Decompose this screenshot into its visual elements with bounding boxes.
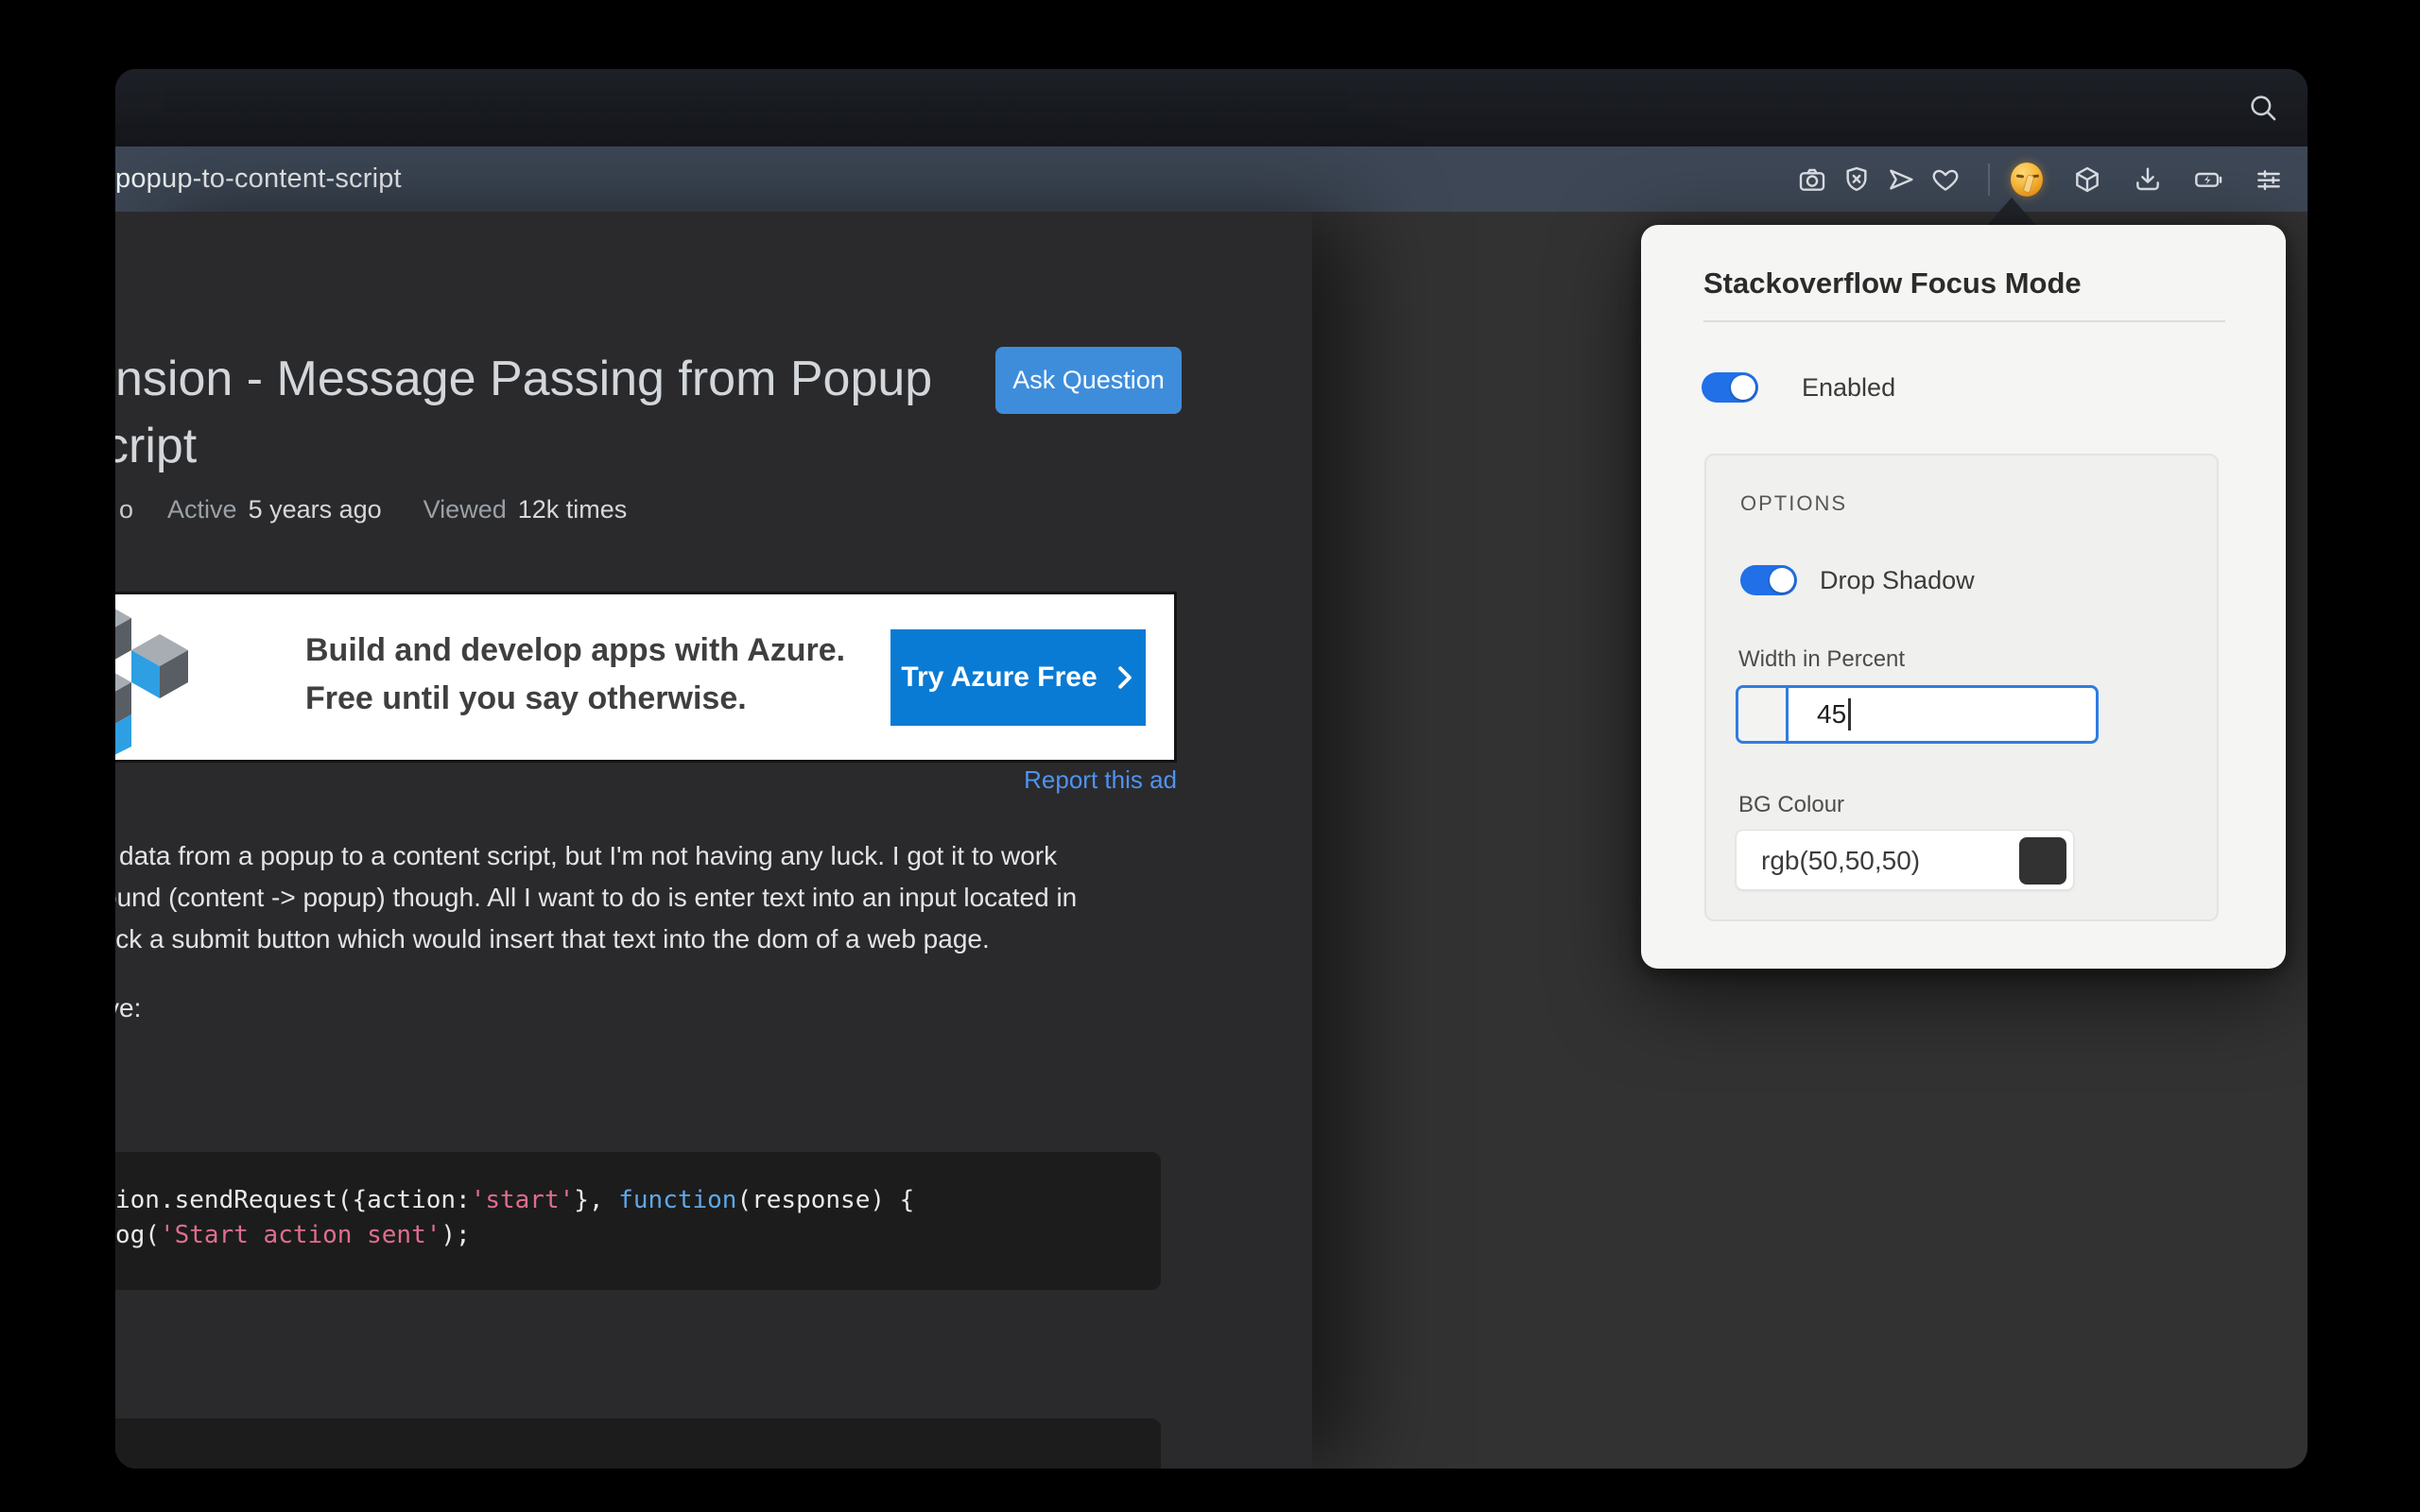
drop-shadow-label: Drop Shadow bbox=[1820, 566, 1975, 595]
shield-x-icon[interactable] bbox=[1841, 163, 1873, 196]
address-text[interactable]: popup-to-content-script bbox=[115, 146, 402, 212]
shushing-face bbox=[2011, 163, 2043, 197]
ad-cta-label: Try Azure Free bbox=[901, 662, 1097, 694]
body-line4: ve: bbox=[115, 993, 141, 1023]
question-title: nsion - Message Passing from Popup cript bbox=[115, 346, 932, 480]
toolbar-group-right bbox=[2011, 163, 2285, 196]
battery-charging-icon[interactable] bbox=[2192, 163, 2224, 196]
meta-viewed-label: Viewed bbox=[424, 495, 507, 524]
bg-colour-input[interactable]: rgb(50,50,50) bbox=[1736, 830, 2074, 890]
question-body: data from a popup to a content script, b… bbox=[119, 835, 1253, 960]
bg-colour-swatch[interactable] bbox=[2019, 837, 2066, 885]
search-icon[interactable] bbox=[2247, 92, 2279, 124]
download-icon[interactable] bbox=[2132, 163, 2164, 196]
bg-colour-value: rgb(50,50,50) bbox=[1761, 831, 1920, 891]
width-percent-label: Width in Percent bbox=[1738, 646, 1905, 673]
options-card: OPTIONS Drop Shadow Width in Percent 45 … bbox=[1704, 454, 2219, 921]
enabled-row: Enabled bbox=[1702, 372, 1895, 403]
enabled-toggle[interactable] bbox=[1702, 372, 1758, 403]
popup-anchor-arrow bbox=[1985, 198, 2038, 228]
code-block: ion.sendRequest({action:'start'}, functi… bbox=[115, 1152, 1161, 1290]
ad-headline-line2: Free until you say otherwise. bbox=[305, 675, 845, 723]
meta-viewed-value: 12k times bbox=[518, 495, 628, 524]
chevron-right-icon bbox=[1115, 665, 1135, 690]
meta-fragment: o bbox=[119, 495, 133, 524]
shushing-emoji-icon[interactable] bbox=[2011, 163, 2043, 196]
text-cursor bbox=[1848, 698, 1851, 730]
drop-shadow-toggle[interactable] bbox=[1740, 565, 1797, 595]
width-percent-input[interactable]: 45 bbox=[1736, 685, 2099, 744]
ask-question-button[interactable]: Ask Question bbox=[995, 347, 1182, 414]
options-header: OPTIONS bbox=[1740, 491, 1847, 516]
body-line2: ound (content -> popup) though. All I wa… bbox=[115, 877, 1253, 919]
screen: popup-to-content-script bbox=[0, 0, 2420, 1512]
width-value-text: 45 bbox=[1817, 699, 1846, 730]
camera-icon[interactable] bbox=[1796, 163, 1828, 196]
meta-active-label: Active bbox=[167, 495, 237, 524]
popup-divider bbox=[1703, 320, 2225, 322]
azure-ad-banner[interactable]: Build and develop apps with Azure. Free … bbox=[115, 592, 1177, 763]
try-azure-free-button[interactable]: Try Azure Free bbox=[890, 629, 1146, 726]
code-block-partial bbox=[115, 1418, 1161, 1469]
code-line-2: og('Start action sent'); bbox=[115, 1218, 1161, 1253]
window-titlebar bbox=[115, 69, 2308, 146]
cube-icon[interactable] bbox=[2071, 163, 2103, 196]
ad-headline: Build and develop apps with Azure. Free … bbox=[305, 627, 845, 723]
question-meta: o Active 5 years ago Viewed 12k times bbox=[119, 495, 627, 524]
browser-toolbar: popup-to-content-script bbox=[115, 146, 2308, 212]
body-line1: data from a popup to a content script, b… bbox=[119, 835, 1253, 877]
toolbar-separator bbox=[1988, 163, 1990, 196]
extension-popup: Stackoverflow Focus Mode Enabled OPTIONS… bbox=[1641, 225, 2286, 969]
width-input-spinner[interactable] bbox=[1738, 688, 1789, 741]
send-icon[interactable] bbox=[1885, 163, 1917, 196]
width-input-value: 45 bbox=[1789, 688, 1851, 741]
report-ad-link[interactable]: Report this ad bbox=[1024, 765, 1177, 795]
enabled-label: Enabled bbox=[1802, 373, 1895, 403]
sliders-icon[interactable] bbox=[2253, 163, 2285, 196]
toggle-knob bbox=[1770, 568, 1794, 593]
heart-icon[interactable] bbox=[1929, 163, 1962, 196]
ad-headline-line1: Build and develop apps with Azure. bbox=[305, 627, 845, 675]
body-line3: ick a submit button which would insert t… bbox=[115, 919, 1253, 960]
popup-title: Stackoverflow Focus Mode bbox=[1703, 266, 2082, 301]
question-title-line2: cript bbox=[115, 413, 932, 480]
code-line-1: ion.sendRequest({action:'start'}, functi… bbox=[115, 1183, 1161, 1218]
toolbar-actions bbox=[1796, 146, 2285, 212]
azure-cubes-logo bbox=[115, 594, 235, 761]
bg-colour-label: BG Colour bbox=[1738, 792, 1844, 818]
toolbar-group-left bbox=[1796, 163, 1962, 196]
meta-active-value: 5 years ago bbox=[249, 495, 382, 524]
drop-shadow-row: Drop Shadow bbox=[1740, 565, 1975, 595]
question-title-line1: nsion - Message Passing from Popup bbox=[115, 346, 932, 413]
question-content-column: nsion - Message Passing from Popup cript… bbox=[115, 212, 1312, 1469]
toggle-knob bbox=[1731, 375, 1755, 400]
